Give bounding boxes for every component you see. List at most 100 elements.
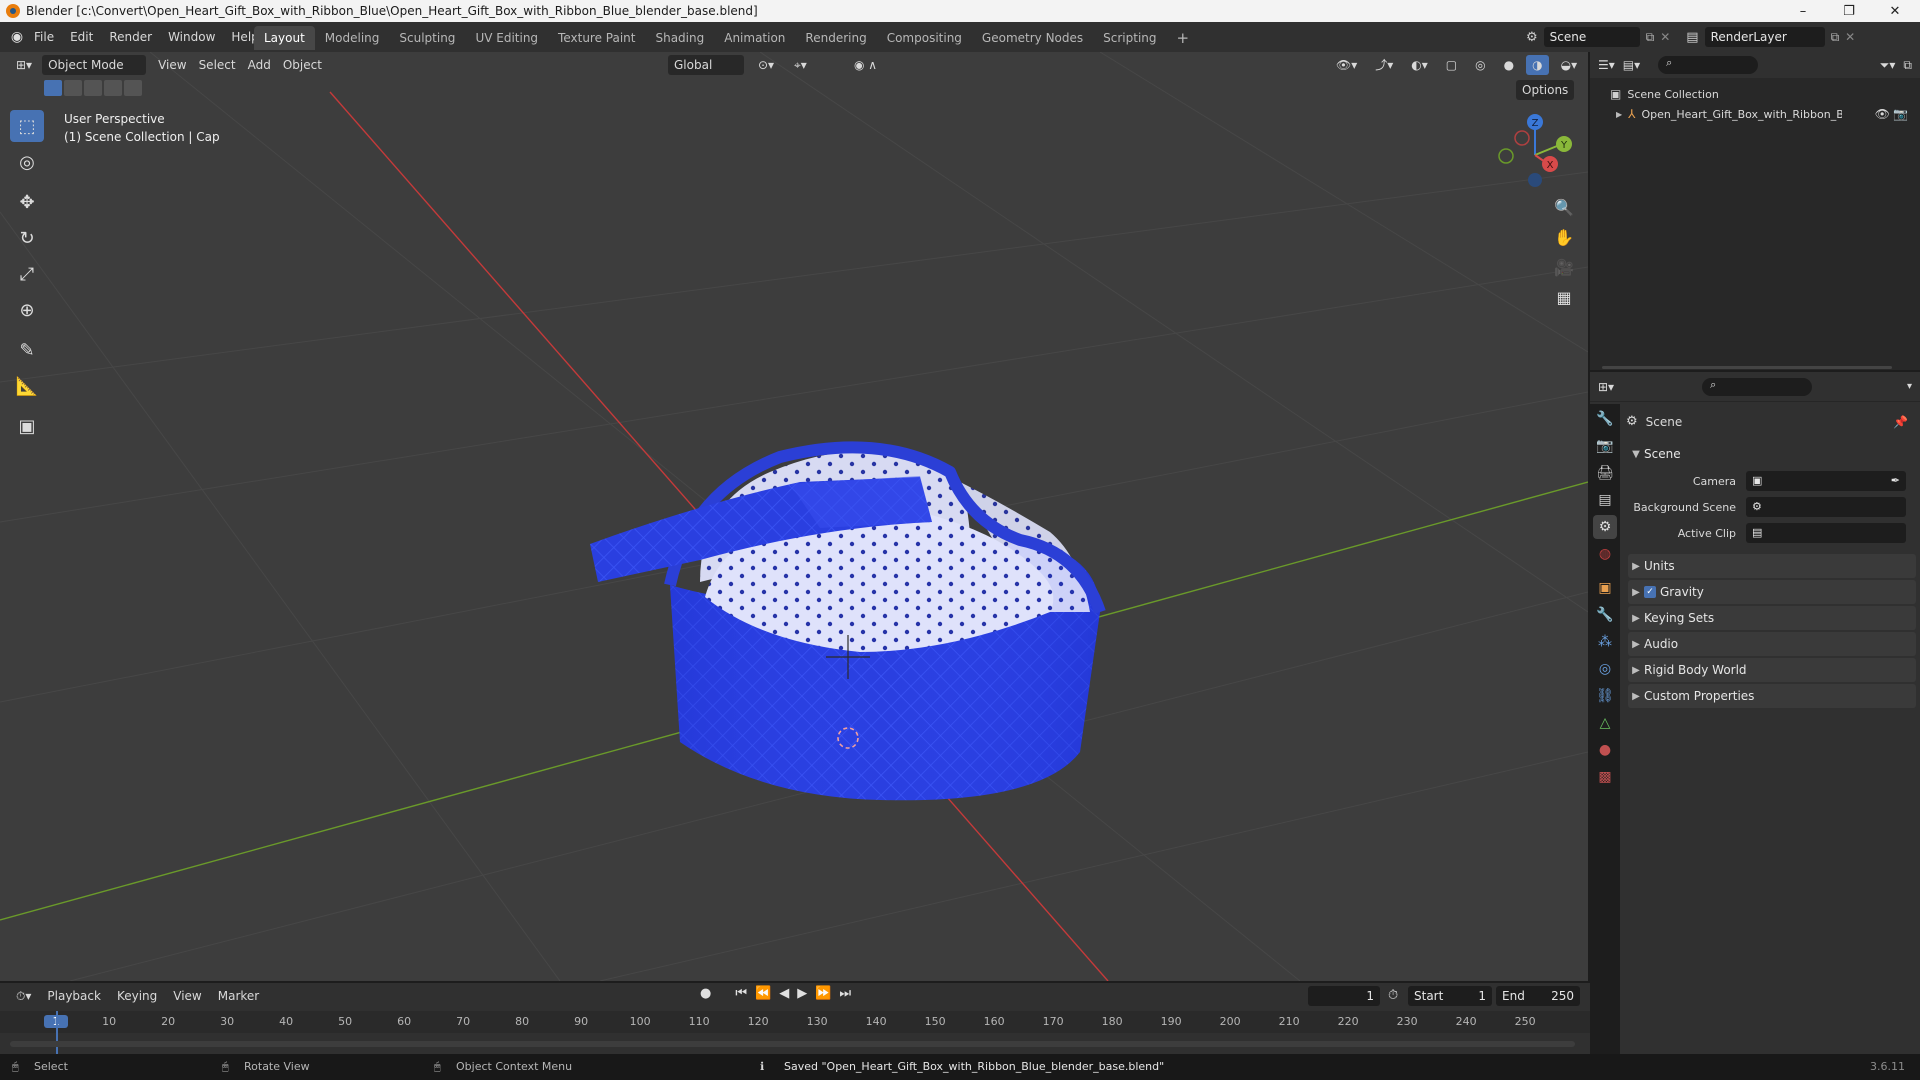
- prev-keyframe-icon[interactable]: ⏪: [755, 986, 771, 1001]
- new-collection-icon[interactable]: ⧉: [1903, 58, 1912, 73]
- texture-tab-icon[interactable]: ▩: [1593, 765, 1617, 789]
- tab-layout[interactable]: Layout: [254, 26, 315, 50]
- gift-box-model[interactable]: [590, 441, 1106, 801]
- menu-render[interactable]: Render: [101, 26, 160, 48]
- shading-solid-icon[interactable]: ●: [1498, 55, 1520, 75]
- physics-tab-icon[interactable]: ◎: [1593, 657, 1617, 681]
- shading-material-icon[interactable]: ◑: [1526, 55, 1549, 75]
- pivot-icon[interactable]: ⊙▾: [752, 55, 780, 75]
- proportional-edit-icon[interactable]: ◉ ∧: [848, 55, 883, 75]
- shading-rendered-icon[interactable]: ◒▾: [1555, 55, 1584, 75]
- rotate-tool-icon[interactable]: ↻: [10, 222, 44, 254]
- render-tab-icon[interactable]: 📷: [1593, 434, 1617, 458]
- menu-view[interactable]: View: [152, 55, 192, 75]
- constraints-tab-icon[interactable]: ⛓: [1593, 684, 1617, 708]
- new-scene-icon[interactable]: ⧉: [1646, 30, 1655, 45]
- scene-collection-label[interactable]: Scene Collection: [1627, 88, 1718, 101]
- menu-window[interactable]: Window: [160, 26, 223, 48]
- menu-select[interactable]: Select: [193, 55, 242, 75]
- delete-scene-icon[interactable]: ✕: [1660, 30, 1670, 44]
- transform-orientation-dropdown[interactable]: Global: [668, 55, 744, 75]
- output-tab-icon[interactable]: 🖨: [1593, 461, 1617, 485]
- record-icon[interactable]: ●: [700, 986, 711, 1001]
- timeline-view-menu[interactable]: View: [167, 986, 207, 1006]
- world-tab-icon[interactable]: ◍: [1593, 542, 1617, 566]
- tool-tab-icon[interactable]: 🔧: [1593, 407, 1617, 431]
- select-intersect-icon[interactable]: [124, 80, 142, 96]
- blender-menu-icon[interactable]: ◉: [8, 28, 26, 46]
- eyedropper-icon[interactable]: ✒: [1891, 471, 1900, 491]
- marker-menu[interactable]: Marker: [212, 986, 265, 1006]
- pan-hand-icon[interactable]: ✋: [1550, 224, 1578, 250]
- outliner-scrollbar[interactable]: [1602, 366, 1892, 369]
- gravity-checkbox[interactable]: ✓: [1644, 586, 1656, 598]
- outliner-object-label[interactable]: Open_Heart_Gift_Box_with_Ribbon_Blue: [1642, 108, 1842, 121]
- expand-chevron-icon[interactable]: ▶: [1616, 110, 1622, 119]
- move-tool-icon[interactable]: ✥: [10, 186, 44, 218]
- play-reverse-icon[interactable]: ◀: [779, 986, 789, 1001]
- current-frame-field[interactable]: 1: [1308, 986, 1380, 1006]
- jump-start-icon[interactable]: ⏮: [735, 986, 747, 1001]
- view-layer-tab-icon[interactable]: ▤: [1593, 488, 1617, 512]
- select-invert-icon[interactable]: [104, 80, 122, 96]
- editor-type-icon[interactable]: ⊞▾: [10, 55, 38, 75]
- gizmo-icon[interactable]: ⤴▾: [1369, 55, 1399, 75]
- render-camera-icon[interactable]: 📷: [1893, 107, 1908, 121]
- timeline-editor-icon[interactable]: ⏱▾: [10, 986, 37, 1006]
- tab-sculpting[interactable]: Sculpting: [389, 26, 465, 50]
- camera-view-icon[interactable]: 🎥: [1550, 254, 1578, 280]
- tab-scripting[interactable]: Scripting: [1093, 26, 1166, 50]
- custom-properties-panel[interactable]: ▶ Custom Properties: [1628, 684, 1916, 708]
- tab-shading[interactable]: Shading: [645, 26, 714, 50]
- tab-geometry-nodes[interactable]: Geometry Nodes: [972, 26, 1093, 50]
- filter-icon[interactable]: ⏷▾: [1880, 58, 1896, 73]
- scene-name-field[interactable]: Scene: [1543, 27, 1640, 47]
- end-frame-field[interactable]: End 250: [1496, 986, 1580, 1006]
- pin-icon[interactable]: 📌: [1893, 415, 1908, 429]
- preview-range-icon[interactable]: ⏱: [1388, 988, 1398, 1003]
- snap-icon[interactable]: ⌖▾: [788, 55, 813, 75]
- select-subtract-icon[interactable]: [84, 80, 102, 96]
- keying-menu[interactable]: Keying: [111, 986, 163, 1006]
- timeline-scrollbar[interactable]: [10, 1041, 1575, 1047]
- scene-tab-icon[interactable]: ⚙: [1593, 515, 1617, 539]
- properties-search-icon[interactable]: ⌕: [1702, 377, 1813, 396]
- scene-selector-icon[interactable]: ⚙: [1526, 30, 1538, 45]
- ortho-grid-icon[interactable]: ▦: [1550, 284, 1578, 310]
- new-view-layer-icon[interactable]: ⧉: [1831, 30, 1840, 45]
- navigation-gizmo[interactable]: Z Y X: [1490, 110, 1572, 192]
- select-box-tool-icon[interactable]: ⬚: [10, 110, 44, 142]
- measure-tool-icon[interactable]: 📐: [10, 370, 44, 402]
- tab-compositing[interactable]: Compositing: [877, 26, 972, 50]
- gravity-panel[interactable]: ▶ ✓ Gravity: [1628, 580, 1916, 604]
- visibility-icon[interactable]: 👁▾: [1330, 55, 1363, 75]
- particles-tab-icon[interactable]: ⁂: [1593, 630, 1617, 654]
- tab-uv-editing[interactable]: UV Editing: [465, 26, 548, 50]
- menu-edit[interactable]: Edit: [62, 26, 101, 48]
- active-clip-field[interactable]: ▤: [1746, 523, 1906, 543]
- annotate-tool-icon[interactable]: ✎: [10, 334, 44, 366]
- menu-add[interactable]: Add: [242, 55, 277, 75]
- camera-field[interactable]: ▣ ✒: [1746, 471, 1906, 491]
- eye-icon[interactable]: 👁: [1875, 107, 1890, 121]
- transform-tool-icon[interactable]: ⊕: [10, 294, 44, 326]
- display-mode-icon[interactable]: ▤▾: [1623, 58, 1640, 72]
- tab-animation[interactable]: Animation: [714, 26, 795, 50]
- outliner-editor-icon[interactable]: ☰▾: [1598, 58, 1615, 72]
- mode-dropdown[interactable]: Object Mode: [42, 55, 147, 75]
- maximize-button[interactable]: ❐: [1826, 0, 1872, 22]
- playhead[interactable]: [56, 1011, 58, 1054]
- tab-texture-paint[interactable]: Texture Paint: [548, 26, 645, 50]
- scale-tool-icon[interactable]: ⤢: [10, 258, 44, 290]
- scene-section-header[interactable]: ▼ Scene: [1628, 442, 1916, 466]
- 3d-viewport[interactable]: [0, 52, 1588, 981]
- options-dropdown[interactable]: Options: [1516, 80, 1575, 100]
- data-tab-icon[interactable]: △: [1593, 711, 1617, 735]
- add-workspace-button[interactable]: +: [1167, 26, 1200, 50]
- menu-object[interactable]: Object: [277, 55, 328, 75]
- units-panel[interactable]: ▶ Units: [1628, 554, 1916, 578]
- zoom-icon[interactable]: 🔍: [1550, 194, 1578, 220]
- overlay-icon[interactable]: ◐▾: [1405, 55, 1434, 75]
- next-keyframe-icon[interactable]: ⏩: [815, 986, 831, 1001]
- add-cube-tool-icon[interactable]: ▣: [10, 410, 44, 442]
